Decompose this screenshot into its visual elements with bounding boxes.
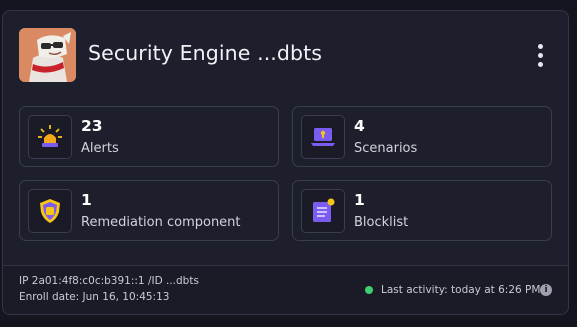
last-activity: Last activity: today at 6:26 PM [381, 284, 541, 296]
blocklist-count: 1 [354, 191, 365, 209]
scenarios-label: Scenarios [354, 141, 418, 156]
engine-ip: IP 2a01:4f8:c0c:b391::1 /ID ...dbts [19, 275, 199, 287]
more-options-icon[interactable] [530, 41, 552, 71]
scenarios-count: 4 [354, 117, 365, 135]
card-header: Security Engine ...dbts [3, 11, 568, 101]
laptop-lock-icon [301, 115, 345, 159]
remediation-count: 1 [81, 191, 92, 209]
engine-title: Security Engine ...dbts [88, 41, 323, 65]
blocklist-label: Blocklist [354, 215, 409, 230]
security-engine-card: Security Engine ...dbts 23 Alerts 4 Scen… [2, 10, 569, 315]
status-dot-icon [365, 286, 373, 294]
alerts-label: Alerts [81, 141, 119, 156]
document-list-icon [301, 189, 345, 233]
stat-remediation[interactable]: 1 Remediation component [19, 180, 279, 241]
info-icon[interactable]: i [540, 284, 552, 296]
shield-fist-icon [28, 189, 72, 233]
alerts-count: 23 [81, 117, 103, 135]
remediation-label: Remediation component [81, 215, 241, 230]
stat-scenarios[interactable]: 4 Scenarios [292, 106, 552, 167]
stat-alerts[interactable]: 23 Alerts [19, 106, 279, 167]
card-footer: IP 2a01:4f8:c0c:b391::1 /ID ...dbts Enro… [3, 265, 568, 314]
enroll-date: Enroll date: Jun 16, 10:45:13 [19, 291, 170, 303]
engine-avatar [19, 28, 76, 82]
alarm-light-icon [28, 115, 72, 159]
stat-blocklist[interactable]: 1 Blocklist [292, 180, 552, 241]
